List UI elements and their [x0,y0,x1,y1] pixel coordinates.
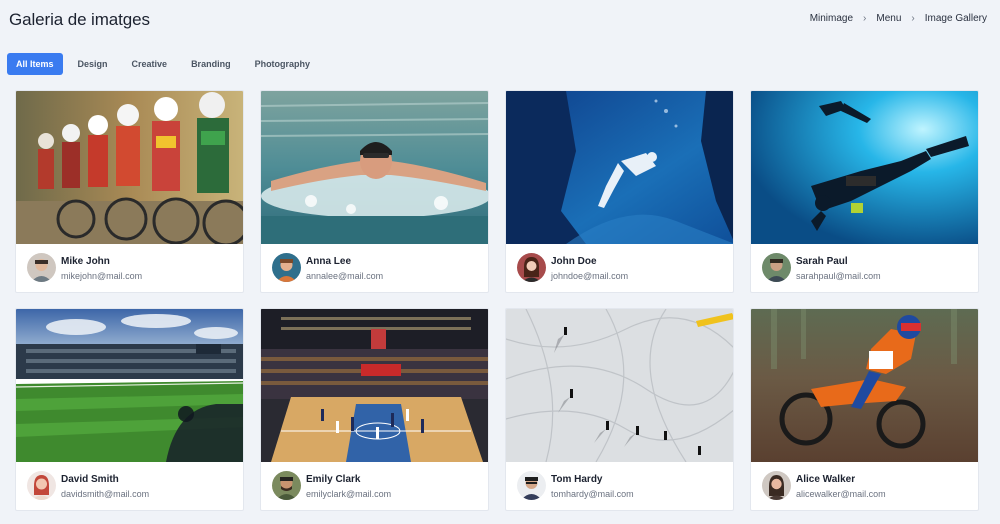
author-email: alicewalker@mail.com [796,489,886,499]
author-info: Mike John mikejohn@mail.com [27,253,237,285]
breadcrumb-item-minimage[interactable]: Minimage [810,13,853,24]
author-email: emilyclark@mail.com [306,489,392,499]
gallery-card[interactable]: John Doe johndoe@mail.com [505,90,734,293]
avatar [272,253,301,282]
author-name: Sarah Paul [796,256,848,267]
gallery-card[interactable]: Emily Clark emilyclark@mail.com [260,308,489,511]
page-header: Galeria de imatges Minimage › Menu › Ima… [0,0,1000,40]
gallery-card[interactable]: Anna Lee annalee@mail.com [260,90,489,293]
author-info: Anna Lee annalee@mail.com [272,253,482,285]
breadcrumb-item-image-gallery: Image Gallery [924,13,987,24]
chevron-right-icon: › [863,13,867,24]
author-name: Alice Walker [796,474,856,485]
filter-all-items[interactable]: All Items [7,53,63,75]
author-info: David Smith davidsmith@mail.com [27,471,237,503]
avatar [762,253,791,282]
avatar [27,253,56,282]
author-info: Sarah Paul sarahpaul@mail.com [762,253,972,285]
author-info: Tom Hardy tomhardy@mail.com [517,471,727,503]
author-email: sarahpaul@mail.com [796,271,881,281]
scuba-diver-photo[interactable] [751,91,978,244]
motocross-rider-photo[interactable] [751,309,978,462]
skiers-on-slope-photo[interactable] [506,309,733,462]
author-name: John Doe [551,256,597,267]
avatar [517,471,546,500]
author-email: tomhardy@mail.com [551,489,634,499]
gallery-card[interactable]: Alice Walker alicewalker@mail.com [750,308,979,511]
filter-design[interactable]: Design [69,53,117,75]
author-email: annalee@mail.com [306,271,384,281]
breadcrumb-item-menu[interactable]: Menu [876,13,901,24]
chevron-right-icon: › [911,13,915,24]
author-email: mikejohn@mail.com [61,271,143,281]
author-info: Alice Walker alicewalker@mail.com [762,471,972,503]
page-title: Galeria de imatges [9,10,150,29]
author-email: johndoe@mail.com [551,271,629,281]
filter-creative[interactable]: Creative [123,53,177,75]
freediver-photo[interactable] [506,91,733,244]
filter-photography[interactable]: Photography [246,53,320,75]
gallery-card[interactable]: Sarah Paul sarahpaul@mail.com [750,90,979,293]
author-name: Anna Lee [306,256,352,267]
football-stadium-photo[interactable] [16,309,243,462]
author-name: David Smith [61,474,119,485]
author-email: davidsmith@mail.com [61,489,150,499]
author-name: Emily Clark [306,474,361,485]
avatar [762,471,791,500]
basketball-arena-photo[interactable] [261,309,488,462]
avatar [272,471,301,500]
author-info: John Doe johndoe@mail.com [517,253,727,285]
gallery-grid: Mike John mikejohn@mail.com Anna Lee ann… [15,90,980,511]
author-info: Emily Clark emilyclark@mail.com [272,471,482,503]
author-name: Tom Hardy [551,474,603,485]
filter-branding[interactable]: Branding [182,53,240,75]
gallery-card[interactable]: David Smith davidsmith@mail.com [15,308,244,511]
gallery-card[interactable]: Mike John mikejohn@mail.com [15,90,244,293]
breadcrumb: Minimage › Menu › Image Gallery [810,13,987,24]
cycling-race-photo[interactable] [16,91,243,244]
filter-tabs: All Items Design Creative Branding Photo… [7,53,319,75]
avatar [517,253,546,282]
avatar [27,471,56,500]
gallery-card[interactable]: Tom Hardy tomhardy@mail.com [505,308,734,511]
swimmer-photo[interactable] [261,91,488,244]
author-name: Mike John [61,256,110,267]
